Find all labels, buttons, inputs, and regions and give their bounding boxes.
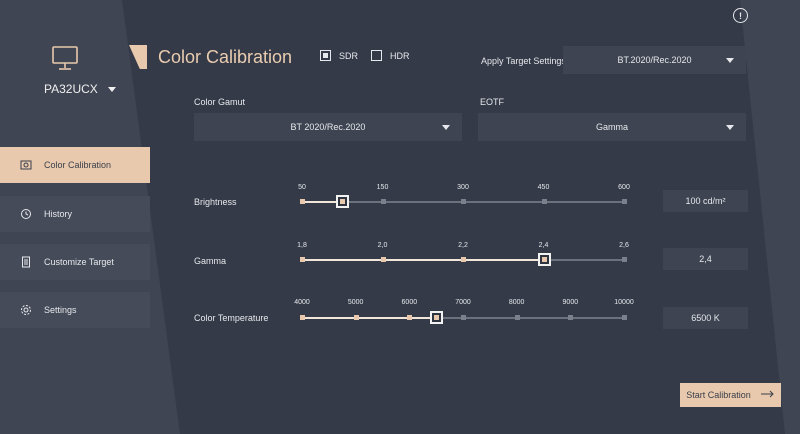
- sdr-checkbox[interactable]: SDR: [320, 50, 358, 61]
- tick-label: 450: [537, 184, 550, 191]
- slider-thumb[interactable]: [336, 195, 350, 208]
- slider-tick: [300, 257, 305, 262]
- slider-tick: [541, 199, 547, 204]
- sidebar-item-label: Settings: [44, 305, 77, 315]
- monitor-icon: [50, 44, 80, 74]
- tick-label: 2,6: [619, 242, 629, 249]
- model-selector[interactable]: PA32UCX: [44, 82, 116, 96]
- slider-tick: [461, 257, 466, 262]
- dropdown-value: BT 2020/Rec.2020: [290, 122, 366, 132]
- tick-label: 2,0: [377, 242, 388, 249]
- slider-tick: [380, 199, 386, 204]
- slider-tick: [622, 315, 627, 320]
- tick-label: 9000: [562, 299, 579, 306]
- tick-label: 50: [298, 184, 306, 191]
- tick-label: 1,8: [297, 242, 307, 249]
- chevron-down-icon: [442, 125, 450, 130]
- tick-label: 2,2: [458, 242, 468, 249]
- color-gamut-label: Color Gamut: [194, 97, 246, 107]
- slider-tick: [300, 199, 305, 204]
- gear-icon: [20, 304, 32, 316]
- slider-fill: [302, 259, 544, 261]
- sidebar-item-customize-target[interactable]: Customize Target: [0, 244, 150, 280]
- slider-tick: [380, 257, 386, 262]
- slider-thumb[interactable]: [430, 311, 444, 324]
- gamma-value: 2,4: [699, 254, 712, 264]
- tick-label: 4000: [294, 299, 310, 306]
- sidebar-item-label: Color Calibration: [44, 160, 112, 170]
- tick-label: 8000: [508, 299, 525, 306]
- page-title: Color Calibration: [158, 47, 293, 67]
- sidebar-item-label: Customize Target: [44, 257, 114, 267]
- gamma-label: Gamma: [194, 256, 227, 266]
- tick-label: 150: [376, 184, 389, 191]
- sidebar-item-color-calibration[interactable]: Color Calibration: [0, 147, 150, 183]
- slider-tick: [461, 315, 466, 320]
- start-calibration-button[interactable]: Start Calibration: [680, 383, 781, 407]
- tick-label: 600: [618, 184, 630, 191]
- checkbox-checked-icon: [320, 50, 331, 61]
- gamma-value-field[interactable]: 2,4: [663, 248, 748, 270]
- tick-label: 2,4: [538, 242, 549, 249]
- tick-label: 10000: [614, 299, 634, 306]
- arrow-right-icon: [760, 390, 775, 400]
- dropdown-value: Gamma: [595, 122, 628, 132]
- checkbox-unchecked-icon: [371, 50, 382, 61]
- eotf-dropdown[interactable]: Gamma: [478, 113, 746, 141]
- sidebar-item-settings[interactable]: Settings: [0, 292, 150, 328]
- slider-tick: [622, 199, 627, 204]
- tick-label: 5000: [347, 299, 364, 306]
- brightness-slider[interactable]: [300, 192, 627, 212]
- gamma-slider[interactable]: [300, 250, 627, 270]
- slider-thumb[interactable]: [537, 253, 551, 266]
- color-temperature-label: Color Temperature: [194, 313, 269, 323]
- slider-fill: [302, 317, 437, 319]
- chevron-down-icon: [726, 58, 734, 63]
- document-icon: [20, 256, 32, 268]
- chevron-down-icon: [726, 125, 734, 130]
- chevron-down-icon: [107, 86, 116, 92]
- slider-tick: [514, 315, 520, 320]
- temperature-value-field[interactable]: 6500 K: [663, 307, 748, 329]
- model-name: PA32UCX: [44, 82, 98, 96]
- info-alert-icon[interactable]: !: [733, 8, 748, 23]
- hdr-checkbox[interactable]: HDR: [371, 50, 410, 61]
- brightness-label: Brightness: [194, 197, 237, 207]
- slider-tick: [622, 257, 627, 262]
- eotf-label: EOTF: [480, 97, 504, 107]
- slider-tick: [568, 315, 574, 320]
- temperature-value: 6500 K: [691, 313, 720, 323]
- sidebar-item-history[interactable]: History: [0, 196, 150, 232]
- sidebar-item-label: History: [44, 209, 73, 219]
- dropdown-value: BT.2020/Rec.2020: [617, 55, 692, 65]
- tick-label: 6000: [401, 299, 418, 306]
- slider-tick: [353, 315, 359, 320]
- start-calibration-label: Start Calibration: [686, 390, 751, 400]
- brightness-value: 100 cd/m²: [685, 196, 726, 206]
- slider-tick: [461, 199, 466, 204]
- slider-tick: [300, 315, 305, 320]
- brightness-value-field[interactable]: 100 cd/m²: [663, 190, 748, 212]
- color-temperature-slider[interactable]: [300, 308, 627, 328]
- apply-target-label: Apply Target Settings: [481, 56, 566, 66]
- checkbox-label: SDR: [339, 50, 359, 61]
- slider-tick: [407, 315, 413, 320]
- checkbox-label: HDR: [390, 50, 410, 61]
- color-gamut-dropdown[interactable]: BT 2020/Rec.2020: [194, 113, 462, 141]
- tick-label: 7000: [455, 299, 471, 306]
- apply-target-dropdown[interactable]: BT.2020/Rec.2020: [563, 46, 746, 74]
- calibration-icon: [20, 159, 32, 171]
- tick-label: 300: [457, 184, 469, 191]
- history-icon: [20, 208, 32, 220]
